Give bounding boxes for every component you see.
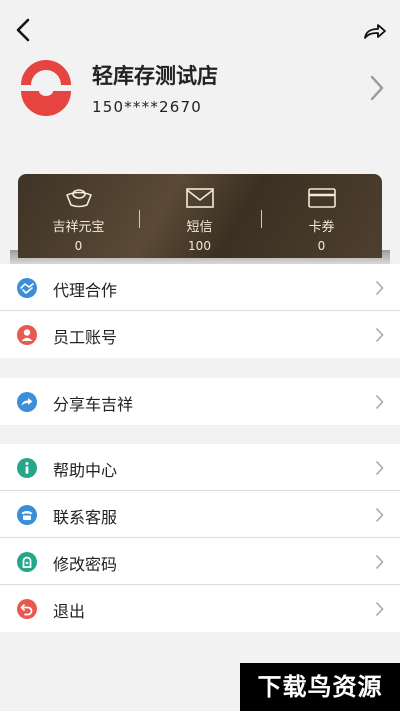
share-icon[interactable]	[362, 20, 388, 42]
card-item-ingot[interactable]: 吉祥元宝 0	[18, 174, 139, 258]
card-item-label: 吉祥元宝	[52, 220, 105, 235]
card-item-value: 100	[188, 239, 211, 253]
store-name: 轻库存测试店	[92, 64, 218, 88]
menu-item-label: 修改密码	[53, 555, 118, 574]
menu-item-label: 联系客服	[53, 508, 118, 527]
menu-item-label: 帮助中心	[53, 461, 118, 480]
chevron-right-icon	[375, 394, 384, 410]
menu-item-password[interactable]: 修改密码	[0, 538, 400, 585]
menu-item-logout[interactable]: 退出	[0, 585, 400, 632]
info-icon	[17, 458, 37, 478]
chevron-right-icon	[375, 280, 384, 296]
handshake-icon	[17, 278, 37, 298]
menu-item-help[interactable]: 帮助中心	[0, 444, 400, 491]
menu-item-share[interactable]: 分享车吉祥	[0, 378, 400, 425]
card-item-sms[interactable]: 短信 100	[139, 174, 260, 258]
card-icon	[307, 188, 336, 208]
menu-group-2: 分享车吉祥	[0, 378, 400, 425]
menu-item-agent[interactable]: 代理合作	[0, 264, 400, 311]
lock-icon	[17, 552, 37, 572]
envelope-icon	[185, 188, 214, 208]
chevron-right-icon	[375, 327, 384, 343]
phone-number: 150****2670	[92, 98, 203, 116]
menu-item-label: 退出	[53, 602, 86, 621]
chevron-right-icon[interactable]	[368, 74, 386, 102]
menu-item-label: 分享车吉祥	[53, 395, 134, 414]
card-item-value: 0	[317, 239, 326, 253]
profile-section[interactable]: 轻库存测试店 150****2670	[0, 52, 400, 128]
menu-item-contact[interactable]: 联系客服	[0, 491, 400, 538]
phone-icon	[17, 505, 37, 525]
card-item-label: 卡券	[308, 220, 335, 235]
menu-group-3: 帮助中心 联系客服 修改密码 退出	[0, 444, 400, 632]
menu-item-staff[interactable]: 员工账号	[0, 311, 400, 358]
top-bar	[0, 0, 400, 56]
logout-icon	[17, 599, 37, 619]
card-item-coupon[interactable]: 卡券 0	[261, 174, 382, 258]
chevron-right-icon	[375, 460, 384, 476]
menu-item-label: 员工账号	[53, 328, 118, 347]
back-arrow-icon[interactable]	[10, 16, 38, 44]
share-icon	[17, 392, 37, 412]
card-item-value: 0	[74, 239, 83, 253]
chevron-right-icon	[375, 601, 384, 617]
chevron-right-icon	[375, 507, 384, 523]
chevron-right-icon	[375, 554, 384, 570]
card-item-label: 短信	[186, 220, 213, 235]
assets-card: 吉祥元宝 0 短信 100 卡券 0	[0, 174, 400, 264]
person-icon	[17, 325, 37, 345]
assets-card-body: 吉祥元宝 0 短信 100 卡券 0	[18, 174, 382, 258]
menu-group-1: 代理合作 员工账号	[0, 264, 400, 358]
watermark: 下载鸟资源	[240, 663, 400, 711]
menu-item-label: 代理合作	[53, 281, 118, 300]
ingot-icon	[65, 189, 92, 208]
store-logo-icon	[21, 60, 71, 116]
